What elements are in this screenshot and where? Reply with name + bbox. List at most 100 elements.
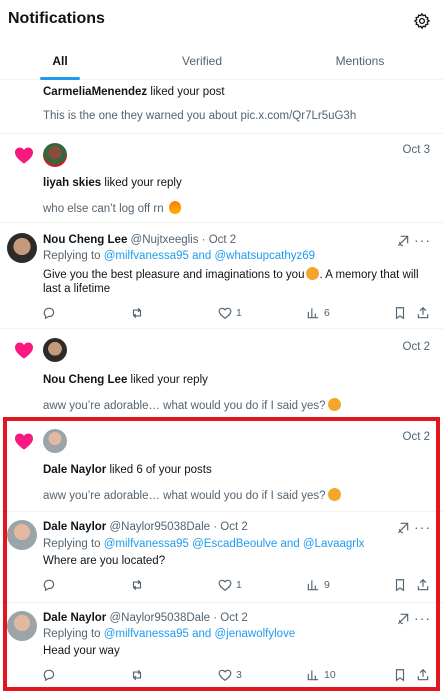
bookmark-icon: [395, 307, 405, 320]
notification-like[interactable]: Oct 2 Nou Cheng Lee liked your reply aww…: [0, 329, 443, 419]
repost-button[interactable]: [130, 306, 144, 320]
more-icon[interactable]: ···: [414, 519, 431, 535]
share-icon: [417, 578, 429, 591]
replying-to: Replying to @milfvanessa95 and @whatsupc…: [43, 250, 315, 262]
replying-to-users[interactable]: @milfvanessa95 @EscadBeoulve and @Lavaag…: [104, 538, 365, 550]
heart-icon: [15, 433, 33, 450]
notification-text: Dale Naylor liked 6 of your posts: [43, 464, 212, 476]
views-button[interactable]: 6: [306, 306, 330, 320]
views-button[interactable]: 10: [306, 668, 336, 682]
reply-tweet[interactable]: Dale Naylor @Naylor95038Dale · Oct 2 ···…: [0, 512, 443, 603]
avatar[interactable]: [43, 143, 67, 167]
author-name[interactable]: Nou Cheng Lee: [43, 234, 127, 246]
author-name[interactable]: Dale Naylor: [43, 612, 106, 624]
tweet-date[interactable]: Oct 2: [220, 612, 247, 624]
bookmark-icon: [395, 579, 405, 592]
notification-action: liked 6 of your posts: [106, 464, 212, 476]
user-name[interactable]: CarmeliaMenendez: [43, 86, 147, 98]
more-icon[interactable]: ···: [414, 610, 431, 626]
author-handle[interactable]: @Nujtxeeglis: [131, 234, 199, 246]
header: Notifications: [0, 0, 443, 42]
tweet-header: Dale Naylor @Naylor95038Dale · Oct 2: [43, 612, 248, 624]
post-preview: This is the one they warned you about pi…: [43, 110, 357, 122]
fire-emoji-icon: [168, 201, 181, 214]
author-handle[interactable]: @Naylor95038Dale: [109, 612, 210, 624]
post-preview: who else can’t log off rn: [43, 201, 181, 215]
grok-icon[interactable]: [396, 612, 410, 626]
share-button[interactable]: [416, 578, 430, 592]
action-bar: 3 10: [0, 668, 443, 686]
tab-mentions-label: Mentions: [335, 54, 385, 68]
tab-mentions[interactable]: Mentions: [320, 42, 400, 80]
bookmark-button[interactable]: [393, 578, 407, 592]
heart-icon: [15, 342, 33, 359]
post-preview: aww you’re adorable… what would you do i…: [43, 488, 341, 502]
user-name[interactable]: Nou Cheng Lee: [43, 374, 127, 386]
notification-like[interactable]: Oct 3 liyah skies liked your reply who e…: [0, 134, 443, 223]
avatar[interactable]: [43, 338, 67, 362]
post-preview: aww you’re adorable… what would you do i…: [43, 398, 341, 412]
avatar[interactable]: [7, 520, 37, 550]
tab-bar: All Verified Mentions: [0, 42, 443, 80]
reply-tweet[interactable]: Dale Naylor @Naylor95038Dale · Oct 2 ···…: [0, 603, 443, 693]
views-icon: [307, 308, 319, 319]
view-count: 6: [324, 307, 330, 319]
tweet-date[interactable]: Oct 2: [209, 234, 236, 246]
tab-verified[interactable]: Verified: [162, 42, 242, 80]
gear-icon[interactable]: [413, 12, 431, 30]
notification-date: Oct 3: [402, 144, 430, 156]
replying-prefix: Replying to: [43, 628, 104, 640]
share-icon: [417, 306, 429, 319]
notification-date: Oct 2: [402, 431, 430, 443]
grok-icon[interactable]: [396, 521, 410, 535]
views-button[interactable]: 9: [306, 578, 330, 592]
smile-emoji-icon: [306, 267, 320, 280]
tweet-text: Give you the best pleasure and imaginati…: [43, 267, 419, 281]
author-name[interactable]: Dale Naylor: [43, 521, 106, 533]
like-count: 3: [236, 669, 242, 681]
tweet-date[interactable]: Oct 2: [220, 521, 247, 533]
reply-button[interactable]: [42, 668, 56, 682]
like-button[interactable]: 1: [218, 578, 242, 592]
replying-to-users[interactable]: @milfvanessa95 and @jenawolfylove: [104, 628, 295, 640]
avatar[interactable]: [7, 611, 37, 641]
author-handle[interactable]: @Naylor95038Dale: [109, 521, 210, 533]
avatar[interactable]: [7, 233, 37, 263]
grok-icon[interactable]: [396, 234, 410, 248]
user-name[interactable]: Dale Naylor: [43, 464, 106, 476]
heart-outline-icon: [218, 307, 232, 319]
notification-text: liyah skies liked your reply: [43, 177, 182, 189]
more-icon[interactable]: ···: [414, 232, 431, 248]
avatar[interactable]: [43, 429, 67, 453]
tweet-text: Where are you located?: [43, 555, 166, 567]
share-button[interactable]: [416, 668, 430, 682]
tweet-header: Nou Cheng Lee @Nujtxeeglis · Oct 2: [43, 234, 236, 246]
replying-to-users[interactable]: @milfvanessa95 and @whatsupcathyz69: [104, 250, 315, 262]
page-title: Notifications: [8, 10, 105, 27]
notification-like[interactable]: CarmeliaMenendez liked your post This is…: [0, 80, 443, 134]
like-button[interactable]: 1: [218, 306, 242, 320]
like-button[interactable]: 3: [218, 668, 242, 682]
reply-button[interactable]: [42, 306, 56, 320]
tab-all-label: All: [52, 54, 68, 68]
share-button[interactable]: [416, 306, 430, 320]
separator: ·: [198, 234, 209, 246]
user-name[interactable]: liyah skies: [43, 177, 101, 189]
repost-button[interactable]: [130, 668, 144, 682]
reply-tweet[interactable]: Nou Cheng Lee @Nujtxeeglis · Oct 2 ··· R…: [0, 223, 443, 329]
notification-like[interactable]: Oct 2 Dale Naylor liked 6 of your posts …: [0, 419, 443, 512]
repost-button[interactable]: [130, 578, 144, 592]
bookmark-button[interactable]: [393, 306, 407, 320]
view-count: 9: [324, 579, 330, 591]
like-count: 1: [236, 579, 242, 591]
post-preview-text: aww you’re adorable… what would you do i…: [43, 490, 326, 502]
notification-action: liked your reply: [127, 374, 208, 386]
smirk-emoji-icon: [327, 488, 341, 501]
tweet-header: Dale Naylor @Naylor95038Dale · Oct 2: [43, 521, 248, 533]
reply-button[interactable]: [42, 578, 56, 592]
post-preview-text: who else can’t log off rn: [43, 203, 164, 215]
reply-icon: [43, 579, 55, 592]
reply-icon: [43, 307, 55, 320]
tab-all[interactable]: All: [20, 42, 100, 80]
bookmark-button[interactable]: [393, 668, 407, 682]
